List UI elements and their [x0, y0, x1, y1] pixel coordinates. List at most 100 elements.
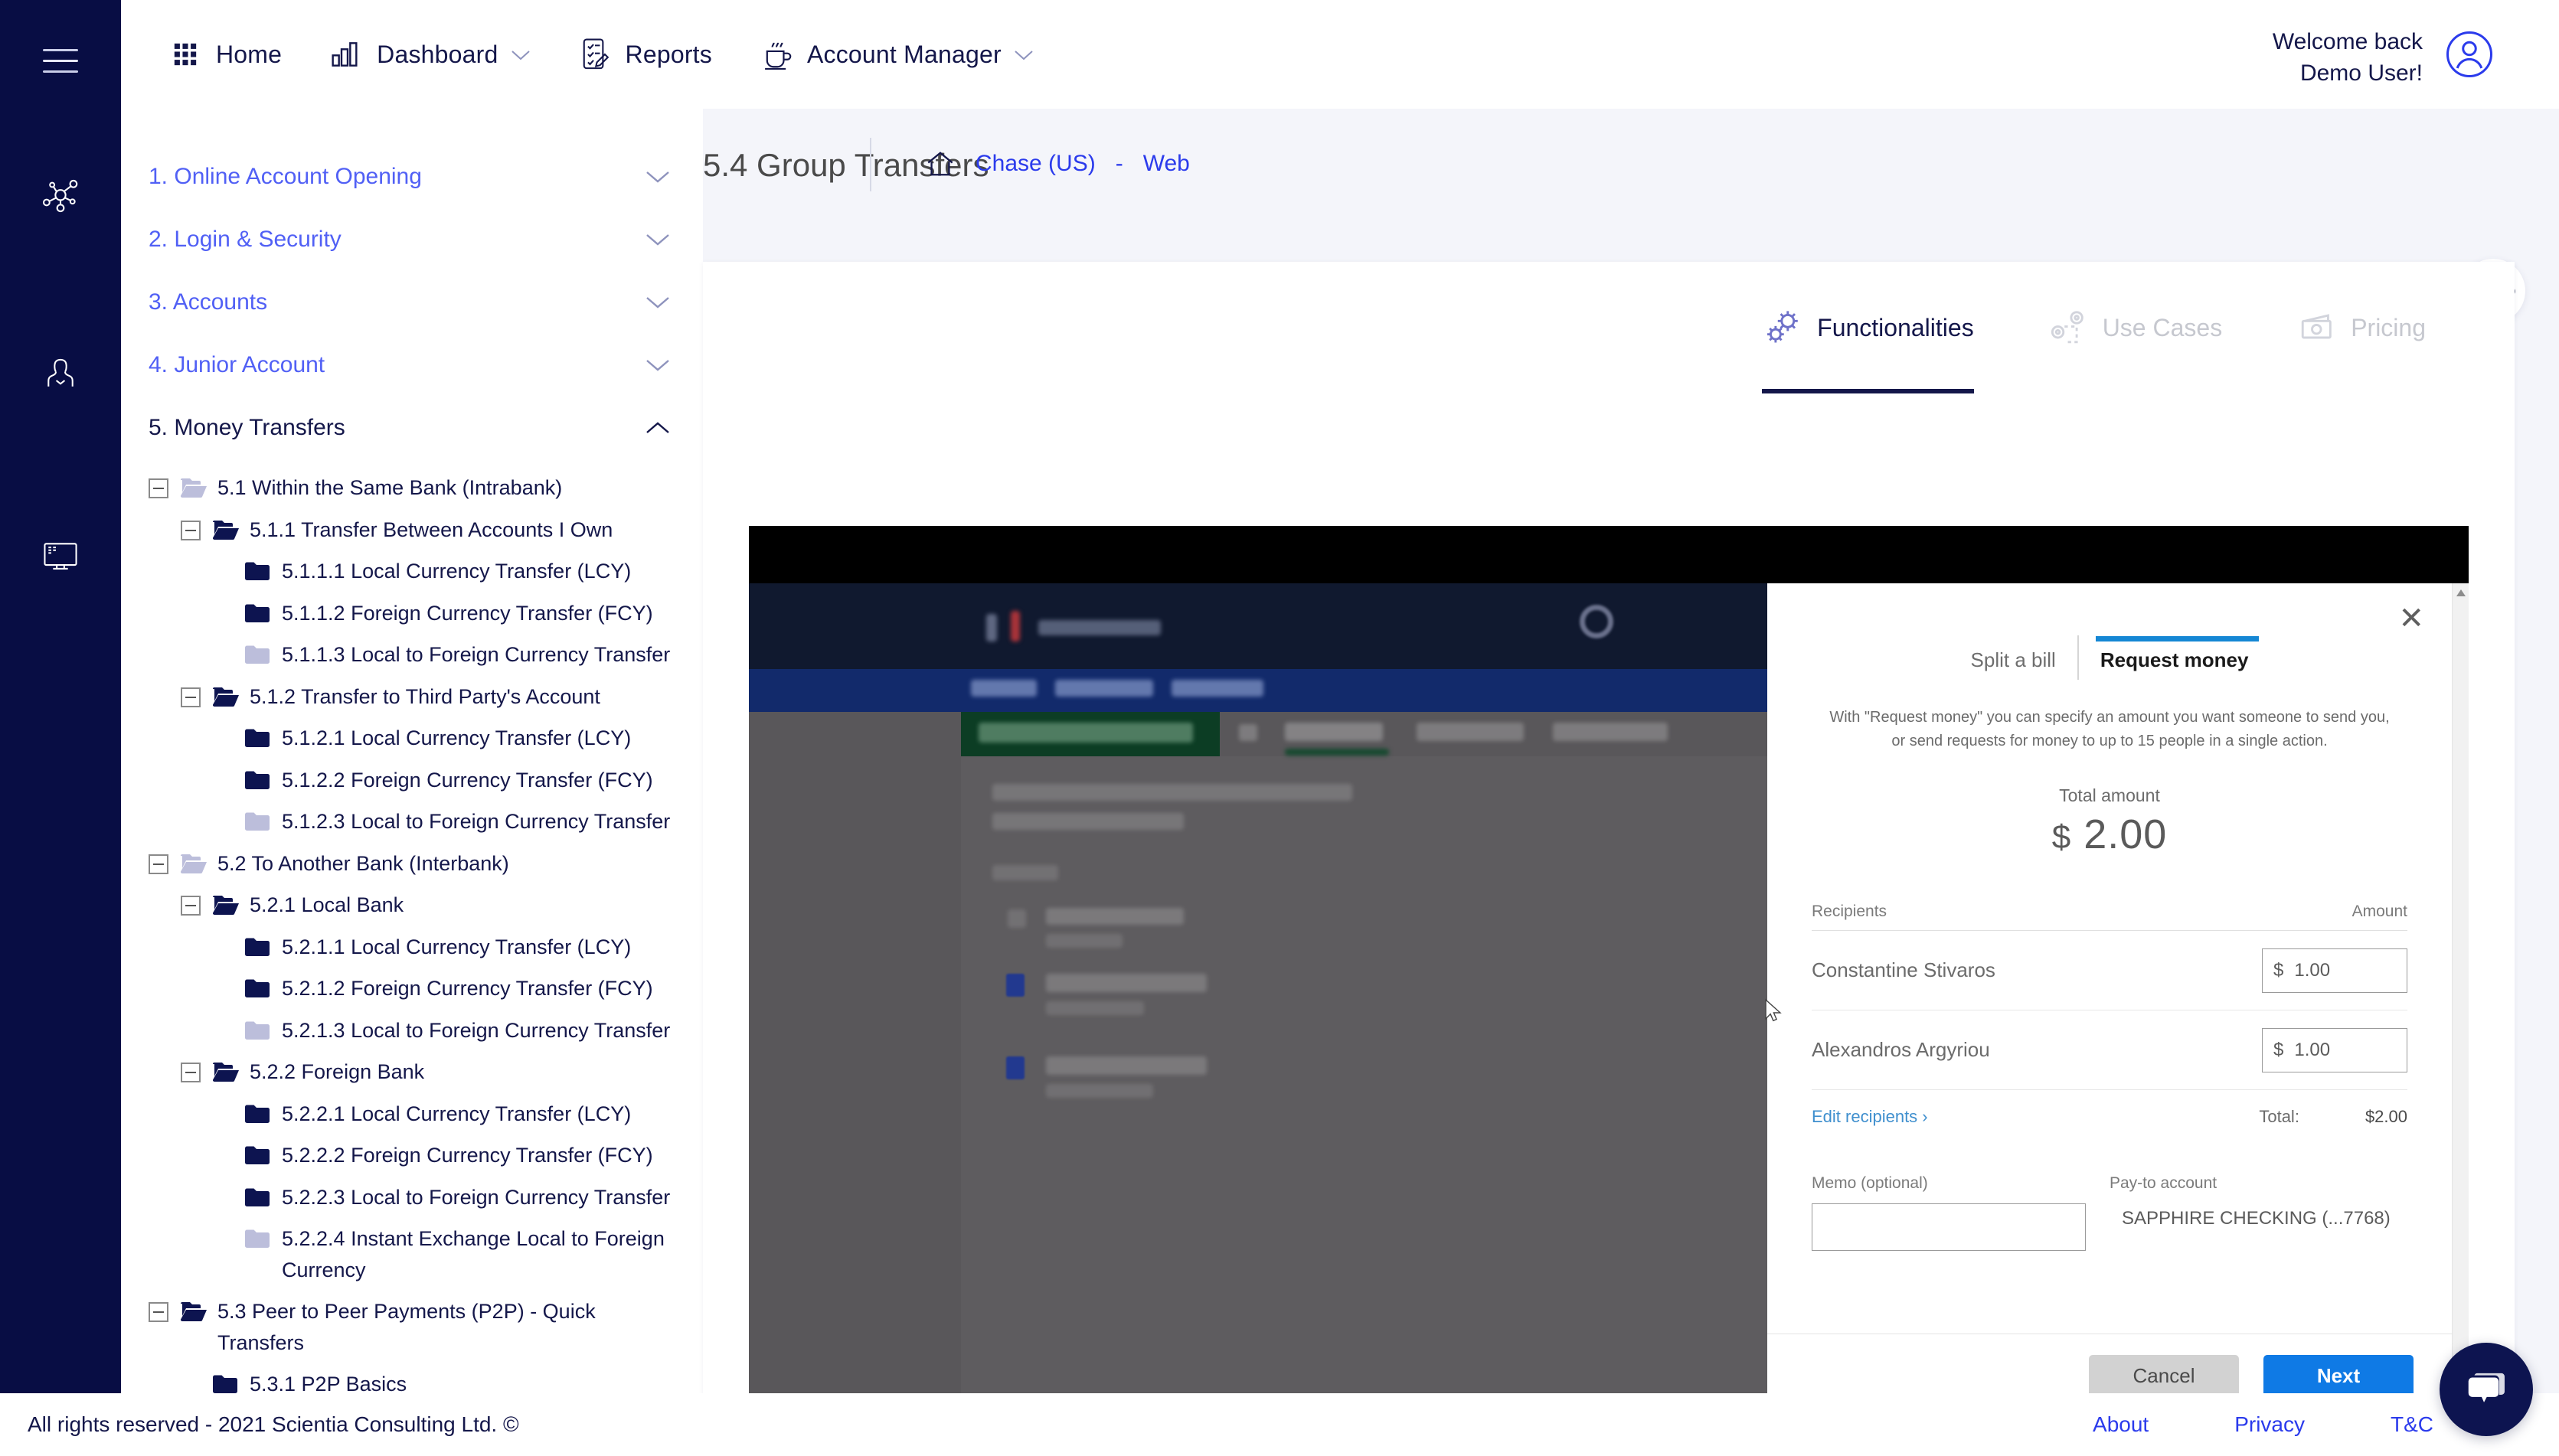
tree-item[interactable]: 5.2.2.3 Local to Foreign Currency Transf…	[121, 1177, 703, 1219]
coffee-cup-icon	[757, 34, 796, 74]
tree-item[interactable]: 5.2.1.2 Foreign Currency Transfer (FCY)	[121, 968, 703, 1010]
modal-description: With "Request money" you can specify an …	[1767, 706, 2452, 753]
tab-pricing[interactable]: Pricing	[2296, 262, 2426, 393]
tree-collapse-icon[interactable]	[149, 478, 168, 498]
chat-bubbles-icon[interactable]	[2440, 1343, 2533, 1436]
tree-item-label: 5.1.1.2 Foreign Currency Transfer (FCY)	[282, 601, 653, 625]
recipient-row: Alexandros Argyriou $1.00	[1812, 1010, 2407, 1090]
bar-chart-icon	[326, 34, 366, 74]
sidebar-section-3[interactable]: 3. Accounts	[121, 271, 703, 334]
tree-item[interactable]: 5.1 Within the Same Bank (Intrabank)	[121, 467, 703, 509]
tree-collapse-icon[interactable]	[149, 1302, 168, 1322]
chevron-down-icon[interactable]	[645, 232, 671, 247]
folder-icon	[245, 603, 271, 624]
folder-icon	[181, 1301, 207, 1322]
chevron-down-icon[interactable]	[645, 295, 671, 310]
breadcrumb-bank[interactable]: Chase (US)	[976, 151, 1096, 177]
memo-input[interactable]	[1812, 1203, 2086, 1251]
tree-item[interactable]: 5.1.2.3 Local to Foreign Currency Transf…	[121, 801, 703, 843]
modal-fields: Memo (optional) Pay-to account SAPPHIRE …	[1812, 1174, 2407, 1251]
cancel-button[interactable]: Cancel	[2089, 1354, 2239, 1398]
topic-tree: 5.1 Within the Same Bank (Intrabank) 5.1.…	[121, 459, 703, 1405]
scroll-up-arrow-icon[interactable]	[2456, 589, 2466, 596]
total-amount-number: 2.00	[2083, 811, 2168, 857]
tree-collapse-icon[interactable]	[181, 520, 201, 540]
tab-functionalities[interactable]: Functionalities	[1762, 262, 1974, 393]
tree-item[interactable]: 5.3 Peer to Peer Payments (P2P) - Quick …	[121, 1291, 703, 1363]
user-avatar-icon[interactable]	[2444, 29, 2495, 80]
recipient-amount-input[interactable]: $1.00	[2262, 948, 2407, 993]
close-icon[interactable]: ✕	[2398, 603, 2424, 634]
tree-item-label: 5.2.2.1 Local Currency Transfer (LCY)	[282, 1102, 632, 1125]
footer-link-t-c[interactable]: T&C	[2391, 1412, 2433, 1437]
tree-item-label: 5.1.2.2 Foreign Currency Transfer (FCY)	[282, 768, 653, 792]
tree-toggle-placeholder	[213, 1105, 233, 1125]
nav-item-dashboard[interactable]: Dashboard	[326, 34, 530, 74]
footer-link-about[interactable]: About	[2093, 1412, 2149, 1437]
total-amount-label: Total amount	[2059, 785, 2160, 805]
tree-item[interactable]: 5.2.2.2 Foreign Currency Transfer (FCY)	[121, 1134, 703, 1177]
folder-icon	[245, 1104, 271, 1125]
sidebar-section-2[interactable]: 2. Login & Security	[121, 208, 703, 271]
tab-use-cases[interactable]: Use Cases	[2048, 262, 2222, 393]
folder-icon	[245, 1020, 271, 1041]
tree-item-label: 5.2.1.3 Local to Foreign Currency Transf…	[282, 1018, 671, 1042]
welcome-line-2: Demo User!	[2299, 60, 2423, 87]
recipient-amount-input[interactable]: $1.00	[2262, 1027, 2407, 1072]
chevron-down-icon[interactable]	[645, 169, 671, 184]
folder-icon	[245, 561, 271, 582]
tree-item[interactable]: 5.2 To Another Bank (Interbank)	[121, 843, 703, 885]
edit-recipients-link[interactable]: Edit recipients ›	[1812, 1107, 1928, 1127]
chevron-down-icon[interactable]	[645, 357, 671, 373]
tree-collapse-icon[interactable]	[181, 896, 201, 916]
tree-collapse-icon[interactable]	[149, 854, 168, 874]
home-icon[interactable]	[925, 149, 956, 179]
folder-icon	[181, 854, 207, 874]
nav-item-home[interactable]: Home	[165, 34, 282, 74]
nav-item-reports[interactable]: Reports	[575, 34, 712, 74]
tree-item-label: 5.2.2.3 Local to Foreign Currency Transf…	[282, 1185, 671, 1209]
modal-tab-split-a-bill[interactable]: Split a bill	[1953, 648, 2074, 680]
welcome-message: Welcome back Demo User!	[2273, 26, 2423, 90]
tree-item[interactable]: 5.2.1 Local Bank	[121, 884, 703, 926]
tree-item[interactable]: 5.1.2 Transfer to Third Party's Account	[121, 676, 703, 718]
user-profile-icon[interactable]	[30, 343, 91, 404]
hamburger-menu-icon[interactable]	[37, 37, 84, 84]
sidebar-section-5[interactable]: 5. Money Transfers	[121, 397, 703, 459]
tree-item[interactable]: 5.1.1.3 Local to Foreign Currency Transf…	[121, 634, 703, 676]
folder-icon	[213, 1062, 239, 1082]
tree-collapse-icon[interactable]	[181, 687, 201, 707]
tree-item[interactable]: 5.1.1 Transfer Between Accounts I Own	[121, 509, 703, 551]
tree-item-label: 5.2.1.1 Local Currency Transfer (LCY)	[282, 935, 632, 958]
tree-item[interactable]: 5.2.2.1 Local Currency Transfer (LCY)	[121, 1093, 703, 1135]
network-nodes-icon[interactable]	[30, 165, 91, 227]
breadcrumb-separator: -	[1115, 151, 1123, 176]
sidebar-section-4[interactable]: 4. Junior Account	[121, 334, 703, 397]
tree-item[interactable]: 5.2.2.4 Instant Exchange Local to Foreig…	[121, 1218, 703, 1291]
modal-tab-request-money[interactable]: Request money	[2082, 636, 2267, 680]
sidebar-section-1[interactable]: 1. Online Account Opening	[121, 145, 703, 208]
tree-item[interactable]: 5.2.2 Foreign Bank	[121, 1051, 703, 1093]
chevron-up-icon[interactable]	[645, 420, 671, 436]
currency-symbol: $	[2273, 959, 2284, 981]
tree-item[interactable]: 5.1.1.1 Local Currency Transfer (LCY)	[121, 550, 703, 593]
tree-item-label: 5.1 Within the Same Bank (Intrabank)	[217, 476, 563, 499]
footer-link-privacy[interactable]: Privacy	[2234, 1412, 2305, 1437]
next-button[interactable]: Next	[2263, 1354, 2414, 1398]
desktop-monitor-icon[interactable]	[30, 525, 91, 586]
modal-scrollbar[interactable]	[2452, 583, 2469, 1418]
tree-item[interactable]: 5.1.2.1 Local Currency Transfer (LCY)	[121, 717, 703, 759]
tree-item[interactable]: 5.1.1.2 Foreign Currency Transfer (FCY)	[121, 593, 703, 635]
tree-item[interactable]: 5.2.1.1 Local Currency Transfer (LCY)	[121, 926, 703, 968]
tree-item[interactable]: 5.1.2.2 Foreign Currency Transfer (FCY)	[121, 759, 703, 801]
gears-icon	[1762, 306, 1805, 349]
tree-item-label: 5.1.1.1 Local Currency Transfer (LCY)	[282, 560, 632, 583]
nav-item-account-manager[interactable]: Account Manager	[757, 34, 1034, 74]
recipient-amount-value: 1.00	[2294, 1039, 2331, 1060]
tree-item[interactable]: 5.2.1.3 Local to Foreign Currency Transf…	[121, 1010, 703, 1052]
breadcrumb-channel[interactable]: Web	[1143, 151, 1190, 177]
sidebar-section-label: 1. Online Account Opening	[149, 164, 422, 189]
recipient-row: Constantine Stivaros $1.00	[1812, 931, 2407, 1010]
tree-collapse-icon[interactable]	[181, 1063, 201, 1082]
chevron-down-icon	[1014, 44, 1034, 64]
